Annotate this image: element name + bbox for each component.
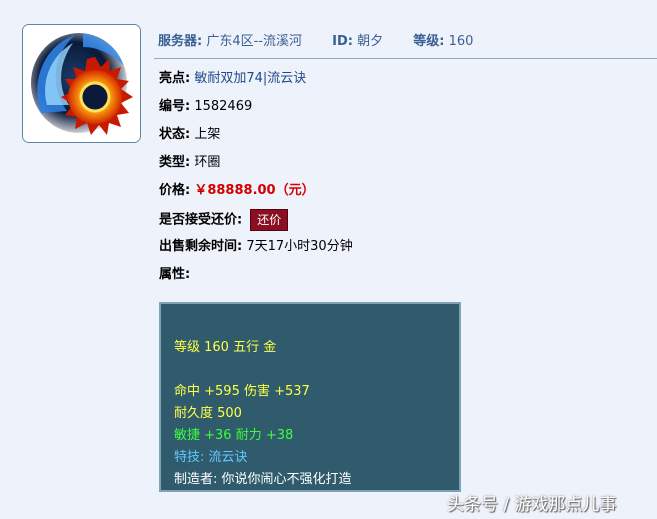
type-value: 环圈 <box>194 155 221 170</box>
tooltip-hit-line: 命中 +595 伤害 +537 <box>174 384 310 399</box>
tooltip-level-line: 等级 160 五行 金 <box>174 340 277 355</box>
item-icon-frame <box>22 24 141 143</box>
price-row: 价格: ￥88888.00（元） <box>159 181 315 201</box>
tooltip-bonus-line: 敏捷 +36 耐力 +38 <box>174 428 294 443</box>
ring-item-icon <box>23 25 140 142</box>
attributes-label: 属性: <box>159 267 191 282</box>
status-row: 状态: 上架 <box>159 125 220 145</box>
number-label: 编号: <box>159 99 191 114</box>
counteroffer-label: 是否接受还价: <box>159 212 243 228</box>
remaining-time-label: 出售剩余时间: <box>159 239 243 254</box>
item-header: 服务器: 广东4区--流溪河 ID: 朝夕 等级: 160 <box>158 30 657 52</box>
tooltip-durability-line: 耐久度 500 <box>174 406 242 421</box>
server-label: 服务器: <box>158 34 203 49</box>
type-row: 类型: 环圈 <box>159 153 220 173</box>
header-divider <box>154 58 657 59</box>
tooltip-maker-line: 制造者: 你说你闹心不强化打造 <box>174 472 352 487</box>
id-label: ID: <box>332 34 353 49</box>
attributes-panel: 等级 160 五行 金 命中 +595 伤害 +537 耐久度 500 敏捷 +… <box>159 302 461 492</box>
attributes-row: 属性: <box>159 265 190 285</box>
remaining-time-row: 出售剩余时间: 7天17小时30分钟 <box>159 237 353 257</box>
status-label: 状态: <box>159 127 191 142</box>
highlight-row: 亮点: 敏耐双加74|流云诀 <box>159 69 306 89</box>
level-label: 等级: <box>413 34 445 49</box>
id-value: 朝夕 <box>357 34 384 49</box>
level-value: 160 <box>448 34 474 49</box>
price-label: 价格: <box>159 183 191 198</box>
server-value: 广东4区--流溪河 <box>206 34 302 49</box>
price-value: ￥88888.00（元） <box>194 183 315 198</box>
status-value: 上架 <box>194 127 221 142</box>
counteroffer-row: 是否接受还价: 还价 <box>159 209 289 231</box>
watermark-text: 头条号 / 游戏那点儿事 <box>447 495 617 515</box>
tooltip-skill-line: 特技: 流云诀 <box>174 450 248 465</box>
remaining-time-value: 7天17小时30分钟 <box>246 239 353 254</box>
counteroffer-button[interactable]: 还价 <box>250 209 289 231</box>
highlight-value: 敏耐双加74|流云诀 <box>194 71 307 86</box>
number-row: 编号: 1582469 <box>159 97 252 117</box>
type-label: 类型: <box>159 155 191 170</box>
highlight-label: 亮点: <box>159 71 191 86</box>
number-value: 1582469 <box>194 99 253 114</box>
